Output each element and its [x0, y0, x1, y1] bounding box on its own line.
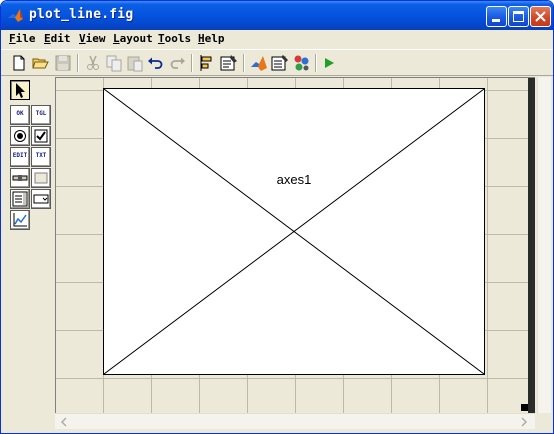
axes-icon — [13, 213, 27, 227]
listbox-tool[interactable] — [10, 189, 30, 209]
toolbar-separator — [243, 54, 245, 72]
axes-tool[interactable] — [10, 210, 30, 230]
open-button[interactable] — [31, 53, 51, 73]
matlab-logo-icon — [8, 9, 23, 22]
menu-file[interactable]: File — [9, 32, 36, 45]
menu-tools[interactable]: Tools — [158, 32, 191, 45]
listbox-icon — [12, 191, 28, 207]
radio-button-icon — [14, 130, 26, 142]
checkbox-tool[interactable] — [31, 126, 51, 146]
horizontal-scrollbar[interactable] — [55, 413, 535, 429]
run-icon — [325, 58, 334, 68]
close-button[interactable] — [530, 6, 551, 27]
menu-edit[interactable]: Edit — [44, 32, 71, 45]
menu-layout[interactable]: Layout — [113, 32, 153, 45]
menu-help[interactable]: Help — [198, 32, 225, 45]
object-browser-button[interactable] — [291, 53, 311, 73]
align-objects-button[interactable] — [197, 53, 217, 73]
mfile-editor-icon — [251, 56, 267, 71]
axes-component[interactable]: axes1 — [103, 88, 485, 375]
undo-icon — [148, 57, 163, 69]
open-folder-icon — [32, 58, 49, 69]
object-browser-icon — [294, 55, 309, 71]
component-palette: OK TGL EDIT TXT — [1, 77, 53, 433]
layout-area: axes1 — [55, 77, 536, 413]
vertical-scrollbar[interactable] — [537, 77, 551, 413]
radio-button-tool[interactable] — [10, 126, 30, 146]
frame-tool[interactable] — [31, 168, 51, 188]
toolbar-separator — [191, 54, 193, 72]
menu-editor-icon — [220, 55, 237, 71]
layout-grid[interactable]: axes1 — [56, 78, 528, 413]
undo-button[interactable] — [146, 53, 166, 73]
toolbar — [1, 49, 553, 76]
menu-editor-button[interactable] — [219, 53, 239, 73]
paste-button[interactable] — [125, 53, 145, 73]
run-button[interactable] — [319, 53, 339, 73]
property-inspector-button[interactable] — [270, 53, 290, 73]
save-icon — [55, 55, 71, 71]
cut-icon — [87, 55, 99, 70]
scroll-right-icon[interactable] — [519, 417, 529, 427]
gui-editor-window: plot_line.fig File Edit View Layout Tool… — [0, 0, 554, 434]
redo-icon — [170, 57, 185, 69]
maximize-button[interactable] — [508, 6, 529, 27]
title-bar[interactable]: plot_line.fig — [1, 1, 553, 30]
toggle-button-tool[interactable]: TGL — [31, 105, 51, 125]
window-title: plot_line.fig — [29, 7, 134, 22]
menu-view[interactable]: View — [79, 32, 106, 45]
toolbar-separator — [77, 54, 79, 72]
axes-tag-label: axes1 — [276, 172, 312, 187]
minimize-icon — [492, 19, 500, 22]
slider-icon — [12, 175, 28, 181]
popup-menu-icon — [33, 194, 49, 204]
save-button[interactable] — [53, 53, 73, 73]
mfile-editor-button[interactable] — [249, 53, 269, 73]
new-file-icon — [13, 55, 25, 71]
scroll-left-icon[interactable] — [59, 417, 69, 427]
menu-bar: File Edit View Layout Tools Help — [1, 30, 553, 49]
minimize-button[interactable] — [486, 6, 507, 27]
axes-placeholder-cross — [104, 89, 484, 374]
redo-button[interactable] — [167, 53, 187, 73]
checkbox-icon — [34, 129, 48, 143]
new-button[interactable] — [9, 53, 29, 73]
select-tool-button[interactable] — [10, 80, 30, 100]
slider-tool[interactable] — [10, 168, 30, 188]
select-arrow-icon — [16, 83, 25, 98]
maximize-icon — [513, 11, 524, 22]
property-inspector-icon — [271, 55, 288, 71]
static-text-tool[interactable]: TXT — [31, 147, 51, 167]
frame-icon — [34, 172, 48, 184]
popup-menu-tool[interactable] — [31, 189, 51, 209]
copy-icon — [106, 55, 122, 72]
push-button-tool[interactable]: OK — [10, 105, 30, 125]
toolbar-separator — [315, 54, 317, 72]
paste-icon — [127, 56, 143, 72]
copy-button[interactable] — [104, 53, 124, 73]
align-objects-icon — [200, 55, 212, 71]
close-icon — [535, 11, 546, 22]
figure-resize-handle[interactable] — [521, 404, 528, 411]
cut-button[interactable] — [83, 53, 103, 73]
edit-text-tool[interactable]: EDIT — [10, 147, 30, 167]
